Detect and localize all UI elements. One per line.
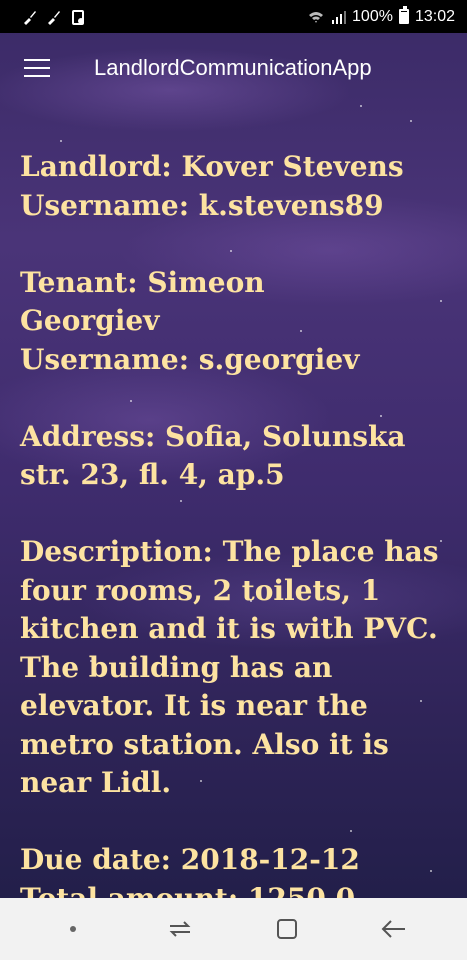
due-date: Due date: 2018-12-12 xyxy=(20,843,360,876)
landlord-username: Username: k.stevens89 xyxy=(20,188,384,222)
clock: 13:02 xyxy=(414,7,455,25)
status-bar: 100% 13:02 xyxy=(0,0,467,33)
navigation-bar xyxy=(0,898,467,960)
broom-icon xyxy=(24,10,36,25)
landlord-name: Landlord: Kover Stevens xyxy=(20,150,404,183)
wifi-icon xyxy=(309,11,324,23)
hamburger-icon[interactable] xyxy=(24,59,50,77)
clipboard-icon xyxy=(72,9,84,25)
system-status: 100% 13:02 xyxy=(308,6,455,26)
landlord-section: Landlord: Kover Stevens Username: k.stev… xyxy=(20,148,450,225)
tenant-name: Tenant: Simeon Georgiev xyxy=(20,265,265,338)
battery-icon xyxy=(398,6,409,24)
app-bar: LandlordCommunicationApp xyxy=(0,33,467,103)
tenant-section: Tenant: Simeon Georgiev Username: s.geor… xyxy=(20,264,450,380)
address-section: Address: Sofia, Solunska str. 23, fl. 4,… xyxy=(20,418,450,495)
address: Address: Sofia, Solunska str. 23, fl. 4,… xyxy=(20,419,406,492)
broom-icon xyxy=(48,10,60,25)
notification-icons xyxy=(22,9,86,25)
dot-icon[interactable] xyxy=(53,909,93,949)
back-icon[interactable] xyxy=(374,909,414,949)
app-title: LandlordCommunicationApp xyxy=(94,55,372,80)
recents-icon[interactable] xyxy=(160,909,200,949)
property-details: Landlord: Kover Stevens Username: k.stev… xyxy=(20,148,450,957)
battery-percent: 100% xyxy=(352,7,393,25)
description: Description: The place has four rooms, 2… xyxy=(20,535,439,799)
description-section: Description: The place has four rooms, 2… xyxy=(20,533,450,803)
tenant-username: Username: s.georgiev xyxy=(20,342,360,376)
home-icon[interactable] xyxy=(267,909,307,949)
signal-icon xyxy=(332,10,347,24)
